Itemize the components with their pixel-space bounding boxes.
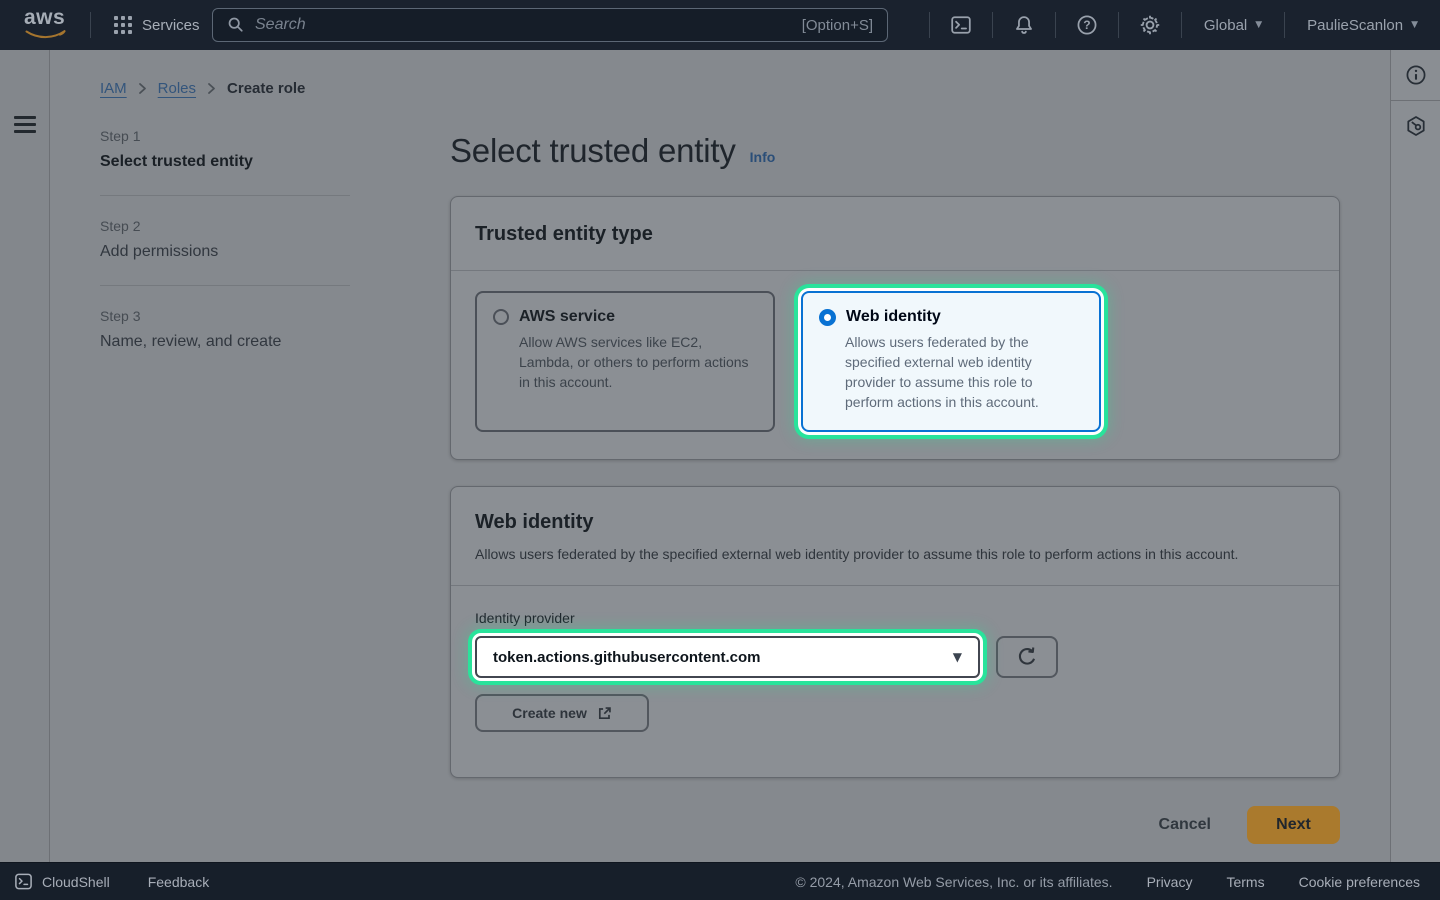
feedback-button[interactable]: Feedback: [148, 874, 209, 890]
chevron-right-icon: [207, 82, 216, 95]
right-tools-strip: [1390, 50, 1440, 862]
footer: CloudShell Feedback © 2024, Amazon Web S…: [0, 862, 1440, 900]
next-button[interactable]: Next: [1247, 806, 1340, 844]
terminal-icon: [14, 872, 33, 891]
cancel-button[interactable]: Cancel: [1159, 816, 1211, 834]
nav-right-group: ? Global ▼ PaulieScanlon ▼: [929, 0, 1440, 50]
search-shortcut-hint: [Option+S]: [802, 17, 873, 34]
region-label: Global: [1204, 17, 1247, 34]
wizard-step-2[interactable]: Step 2 Add permissions: [100, 195, 350, 285]
step-caption: Step 3: [100, 308, 350, 324]
entity-card-web-identity[interactable]: Web identity Allows users federated by t…: [801, 291, 1101, 432]
region-selector[interactable]: Global ▼: [1182, 0, 1284, 50]
trusted-entity-type-panel: Trusted entity type AWS service Allow AW…: [450, 196, 1340, 460]
step-caption: Step 2: [100, 218, 350, 234]
panel-body: AWS service Allow AWS services like EC2,…: [451, 271, 1339, 452]
nav-divider: [90, 12, 91, 38]
terms-link[interactable]: Terms: [1226, 874, 1264, 890]
cloudshell-terminal-button[interactable]: [930, 0, 992, 50]
chevron-down-icon: ▼: [1411, 20, 1418, 30]
panel-description: Allows users federated by the specified …: [475, 544, 1285, 565]
breadcrumb-roles-link[interactable]: Roles: [158, 80, 196, 97]
services-menu-button[interactable]: Services: [106, 0, 208, 50]
entity-card-description: Allow AWS services like EC2, Lambda, or …: [519, 332, 757, 392]
chevron-right-icon: [138, 82, 147, 95]
panel-body: Identity provider token.actions.githubus…: [451, 586, 1339, 756]
panel-header: Web identity Allows users federated by t…: [451, 487, 1339, 586]
services-grid-icon: [114, 16, 132, 34]
help-icon: ?: [1076, 14, 1098, 36]
aws-smile-icon: [25, 30, 67, 40]
search-placeholder: Search: [255, 16, 792, 34]
entity-card-label: Web identity: [846, 308, 941, 326]
page-title: Select trusted entity: [450, 132, 736, 170]
external-link-icon: [597, 706, 612, 721]
bell-icon: [1013, 14, 1035, 36]
services-label: Services: [142, 17, 200, 34]
select-caret-icon: ▼: [953, 650, 962, 664]
wizard-actions: Cancel Next: [450, 806, 1340, 844]
info-panel-button[interactable]: [1391, 50, 1440, 100]
top-navigation: aws Services Search [Option+S]: [0, 0, 1440, 50]
cloudshell-footer-button[interactable]: CloudShell: [0, 872, 110, 891]
refresh-icon: [1016, 646, 1038, 668]
radio-unselected[interactable]: [493, 309, 509, 325]
identity-provider-label: Identity provider: [475, 610, 1315, 626]
identity-provider-select[interactable]: token.actions.githubusercontent.com ▼: [475, 636, 980, 678]
step-label: Add permissions: [100, 243, 350, 261]
footer-right-group: © 2024, Amazon Web Services, Inc. or its…: [795, 874, 1440, 890]
entity-card-description: Allows users federated by the specified …: [845, 332, 1083, 412]
search-input[interactable]: Search [Option+S]: [212, 8, 888, 42]
svg-text:?: ?: [1083, 18, 1090, 32]
wizard-steps-nav: Step 1 Select trusted entity Step 2 Add …: [100, 128, 350, 375]
resources-panel-button[interactable]: [1391, 101, 1440, 151]
account-label: PaulieScanlon: [1307, 17, 1403, 34]
breadcrumb-iam-link[interactable]: IAM: [100, 80, 127, 97]
cloudshell-label: CloudShell: [42, 874, 110, 890]
info-icon: [1405, 64, 1427, 86]
breadcrumb-current-page: Create role: [227, 80, 305, 97]
step-caption: Step 1: [100, 128, 350, 144]
copyright-text: © 2024, Amazon Web Services, Inc. or its…: [795, 874, 1112, 890]
aws-logo[interactable]: aws: [24, 7, 70, 43]
gear-icon: [1139, 14, 1161, 36]
aws-logo-text: aws: [24, 6, 65, 29]
panel-title: Web identity: [475, 511, 1315, 534]
chevron-down-icon: ▼: [1255, 20, 1262, 30]
info-link[interactable]: Info: [750, 149, 776, 165]
cookie-preferences-link[interactable]: Cookie preferences: [1299, 874, 1420, 890]
identity-provider-row: token.actions.githubusercontent.com ▼: [475, 636, 1315, 678]
panel-header: Trusted entity type: [451, 197, 1339, 271]
notifications-button[interactable]: [993, 0, 1055, 50]
help-button[interactable]: ?: [1056, 0, 1118, 50]
privacy-link[interactable]: Privacy: [1147, 874, 1193, 890]
search-icon: [227, 16, 245, 34]
radio-selected[interactable]: [819, 309, 836, 326]
step-label: Select trusted entity: [100, 153, 350, 171]
entity-card-aws-service[interactable]: AWS service Allow AWS services like EC2,…: [475, 291, 775, 432]
refresh-button[interactable]: [996, 636, 1058, 678]
breadcrumb: IAM Roles Create role: [100, 80, 305, 97]
entity-card-label: AWS service: [519, 308, 615, 326]
page-header: Select trusted entity Info: [450, 132, 775, 170]
wizard-step-1[interactable]: Step 1 Select trusted entity: [100, 128, 350, 195]
hexagon-node-icon: [1405, 115, 1427, 137]
settings-button[interactable]: [1119, 0, 1181, 50]
create-new-label: Create new: [512, 705, 587, 721]
wizard-step-3[interactable]: Step 3 Name, review, and create: [100, 285, 350, 375]
menu-hamburger-button[interactable]: [14, 116, 36, 133]
left-nav-strip: [0, 50, 50, 862]
step-label: Name, review, and create: [100, 333, 350, 351]
create-new-button[interactable]: Create new: [475, 694, 649, 732]
panel-title: Trusted entity type: [475, 223, 1315, 246]
identity-provider-value: token.actions.githubusercontent.com: [493, 649, 953, 666]
terminal-icon: [950, 14, 972, 36]
web-identity-panel: Web identity Allows users federated by t…: [450, 486, 1340, 778]
account-menu[interactable]: PaulieScanlon ▼: [1285, 0, 1440, 50]
